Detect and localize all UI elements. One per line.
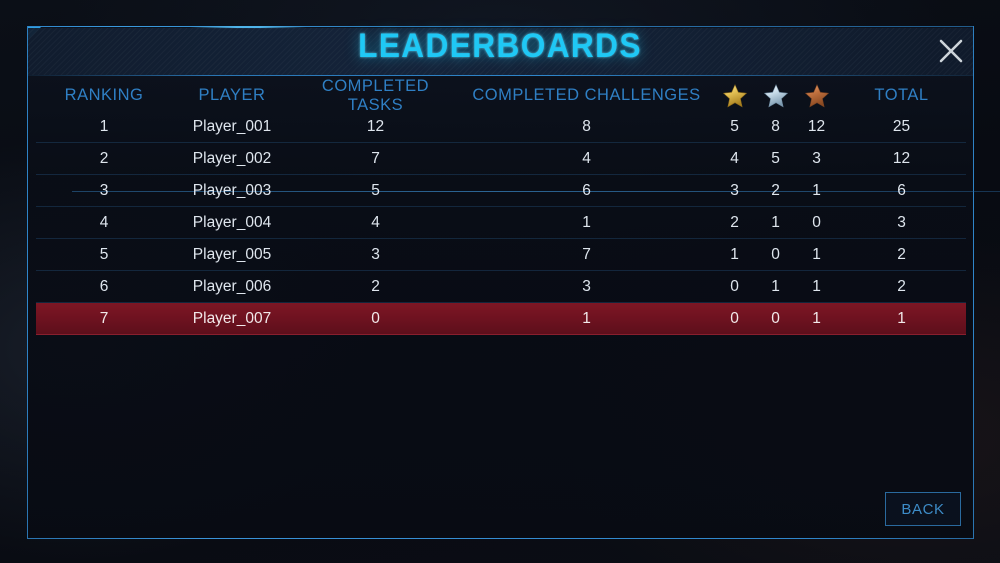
cell-total: 2 bbox=[897, 245, 906, 263]
cell-silver: 1 bbox=[771, 277, 780, 295]
table-row-highlighted[interactable]: 7 Player_007 0 1 0 0 1 1 bbox=[36, 303, 966, 335]
cell-total: 3 bbox=[897, 213, 906, 231]
cell-player: Player_001 bbox=[192, 117, 272, 135]
cell-total: 25 bbox=[892, 117, 911, 135]
cell-completed-tasks: 0 bbox=[371, 309, 380, 327]
cell-completed-tasks: 5 bbox=[371, 181, 380, 199]
cell-player: Player_005 bbox=[192, 245, 272, 263]
cell-completed-tasks: 3 bbox=[371, 245, 380, 263]
close-x-icon bbox=[937, 37, 965, 65]
column-header-completed-tasks: COMPLETED TASKS bbox=[321, 76, 430, 114]
cell-bronze: 3 bbox=[812, 149, 821, 167]
cell-gold: 5 bbox=[730, 117, 739, 135]
table-header-row: RANKING PLAYER COMPLETED TASKS COMPLETED… bbox=[36, 77, 966, 114]
back-button-label: BACK bbox=[901, 500, 945, 518]
cell-completed-tasks: 4 bbox=[371, 213, 380, 231]
cell-silver: 5 bbox=[771, 149, 780, 167]
cell-silver: 8 bbox=[771, 117, 780, 135]
panel-border-left bbox=[27, 26, 28, 539]
cell-completed-challenges: 1 bbox=[582, 213, 591, 231]
cell-completed-challenges: 4 bbox=[582, 149, 591, 167]
cell-completed-challenges: 1 bbox=[582, 309, 591, 327]
cell-gold: 0 bbox=[730, 277, 739, 295]
column-header-total: TOTAL bbox=[874, 86, 929, 104]
table-row[interactable]: 1 Player_001 12 8 5 8 12 25 bbox=[36, 111, 966, 143]
cell-silver: 2 bbox=[771, 181, 780, 199]
cell-ranking: 3 bbox=[99, 181, 109, 199]
cell-ranking: 1 bbox=[99, 117, 109, 135]
cell-player: Player_004 bbox=[192, 213, 272, 231]
cell-total: 12 bbox=[892, 149, 911, 167]
cell-bronze: 0 bbox=[812, 213, 821, 231]
cell-completed-challenges: 6 bbox=[582, 181, 591, 199]
cell-ranking: 4 bbox=[99, 213, 109, 231]
cell-total: 2 bbox=[897, 277, 906, 295]
cell-player: Player_006 bbox=[192, 277, 272, 295]
cell-player: Player_002 bbox=[192, 149, 272, 167]
cell-completed-tasks: 7 bbox=[371, 149, 380, 167]
cell-bronze: 1 bbox=[812, 277, 821, 295]
cell-silver: 0 bbox=[771, 309, 780, 327]
column-header-silver-star bbox=[755, 83, 796, 109]
table-row[interactable]: 2 Player_002 7 4 4 5 3 12 bbox=[36, 143, 966, 175]
page-title: LEADERBOARDS bbox=[358, 27, 642, 65]
cell-bronze: 1 bbox=[812, 309, 821, 327]
table-row[interactable]: 4 Player_004 4 1 2 1 0 3 bbox=[36, 207, 966, 239]
cell-ranking: 7 bbox=[99, 309, 109, 327]
column-header-bronze-star bbox=[796, 83, 837, 109]
panel-border-bottom bbox=[27, 538, 974, 539]
cell-total: 6 bbox=[897, 181, 906, 199]
cell-gold: 4 bbox=[730, 149, 739, 167]
column-header-ranking: RANKING bbox=[64, 86, 144, 104]
cell-total: 1 bbox=[897, 309, 906, 327]
table-row[interactable]: 3 Player_003 5 6 3 2 1 6 bbox=[36, 175, 966, 207]
cell-bronze: 1 bbox=[812, 245, 821, 263]
back-button[interactable]: BACK bbox=[885, 492, 961, 526]
cell-completed-challenges: 8 bbox=[582, 117, 591, 135]
leaderboards-screen: LEADERBOARDS RANKING PLAYER COMPLETED TA… bbox=[0, 0, 1000, 563]
close-button[interactable] bbox=[931, 31, 971, 71]
cell-bronze: 1 bbox=[812, 181, 821, 199]
cell-silver: 1 bbox=[771, 213, 780, 231]
cell-gold: 3 bbox=[730, 181, 739, 199]
star-bronze-icon bbox=[804, 83, 830, 109]
cell-ranking: 2 bbox=[99, 149, 109, 167]
star-gold-icon bbox=[722, 83, 748, 109]
star-silver-icon bbox=[763, 83, 789, 109]
cell-completed-challenges: 3 bbox=[582, 277, 591, 295]
table-body: 1 Player_001 12 8 5 8 12 25 2 Player_002 7 4 4 5 3 12 3 P… bbox=[36, 111, 966, 335]
cell-gold: 2 bbox=[730, 213, 739, 231]
table-row[interactable]: 6 Player_006 2 3 0 1 1 2 bbox=[36, 271, 966, 303]
cell-gold: 0 bbox=[730, 309, 739, 327]
cell-ranking: 5 bbox=[99, 245, 109, 263]
leaderboard-table: RANKING PLAYER COMPLETED TASKS COMPLETED… bbox=[36, 77, 1000, 335]
column-header-player: PLAYER bbox=[198, 86, 266, 104]
cell-completed-tasks: 2 bbox=[371, 277, 380, 295]
cell-bronze: 12 bbox=[807, 117, 826, 135]
cell-completed-tasks: 12 bbox=[366, 117, 385, 135]
table-row[interactable]: 5 Player_005 3 7 1 0 1 2 bbox=[36, 239, 966, 271]
title-band-underline bbox=[28, 75, 973, 76]
cell-player: Player_003 bbox=[192, 181, 272, 199]
column-header-gold-star bbox=[714, 83, 755, 109]
cell-silver: 0 bbox=[771, 245, 780, 263]
cell-ranking: 6 bbox=[99, 277, 109, 295]
cell-player: Player_007 bbox=[192, 309, 272, 327]
cell-gold: 1 bbox=[730, 245, 739, 263]
cell-completed-challenges: 7 bbox=[582, 245, 591, 263]
column-header-completed-challenges: COMPLETED CHALLENGES bbox=[472, 86, 701, 104]
panel-border-right bbox=[973, 26, 974, 539]
